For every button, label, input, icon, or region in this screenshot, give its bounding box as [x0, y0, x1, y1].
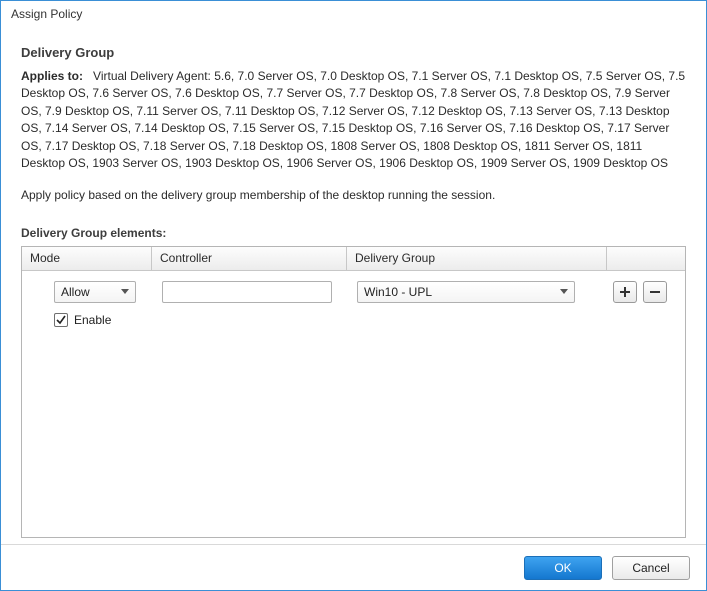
chevron-down-icon	[121, 289, 129, 295]
grid-header: Mode Controller Delivery Group	[22, 247, 685, 271]
delivery-group-value: Win10 - UPL	[364, 285, 432, 299]
policy-description: Apply policy based on the delivery group…	[21, 188, 686, 202]
applies-to-text: Virtual Delivery Agent: 5.6, 7.0 Server …	[21, 69, 685, 170]
cell-mode: Allow Enable	[26, 281, 156, 327]
column-header-mode[interactable]: Mode	[22, 247, 152, 270]
cell-controller	[156, 281, 351, 303]
enable-row: Enable	[54, 313, 150, 327]
plus-icon	[619, 286, 631, 298]
ok-button[interactable]: OK	[524, 556, 602, 580]
enable-label: Enable	[74, 313, 111, 327]
remove-row-button[interactable]	[643, 281, 667, 303]
column-header-actions	[607, 247, 685, 270]
cancel-button[interactable]: Cancel	[612, 556, 690, 580]
window-title: Assign Policy	[1, 1, 706, 23]
minus-icon	[649, 286, 661, 298]
elements-grid: Mode Controller Delivery Group Allow	[21, 246, 686, 538]
controller-input[interactable]	[162, 281, 332, 303]
dialog-footer: OK Cancel	[1, 544, 706, 590]
chevron-down-icon	[560, 289, 568, 295]
applies-to-label: Applies to:	[21, 69, 83, 83]
grid-body: Allow Enable	[22, 271, 685, 537]
cell-delivery-group: Win10 - UPL	[351, 281, 603, 303]
column-header-delivery-group[interactable]: Delivery Group	[347, 247, 607, 270]
mode-select[interactable]: Allow	[54, 281, 136, 303]
mode-select-value: Allow	[61, 285, 90, 299]
column-header-controller[interactable]: Controller	[152, 247, 347, 270]
assign-policy-window: Assign Policy Delivery Group Applies to:…	[0, 0, 707, 591]
delivery-group-heading: Delivery Group	[21, 45, 686, 60]
applies-to-line: Applies to: Virtual Delivery Agent: 5.6,…	[21, 68, 686, 172]
table-row: Allow Enable	[22, 271, 685, 333]
elements-label: Delivery Group elements:	[21, 226, 686, 240]
enable-checkbox[interactable]	[54, 313, 68, 327]
content-area: Delivery Group Applies to: Virtual Deliv…	[1, 23, 706, 544]
delivery-group-select[interactable]: Win10 - UPL	[357, 281, 575, 303]
add-row-button[interactable]	[613, 281, 637, 303]
cell-actions	[603, 281, 681, 303]
